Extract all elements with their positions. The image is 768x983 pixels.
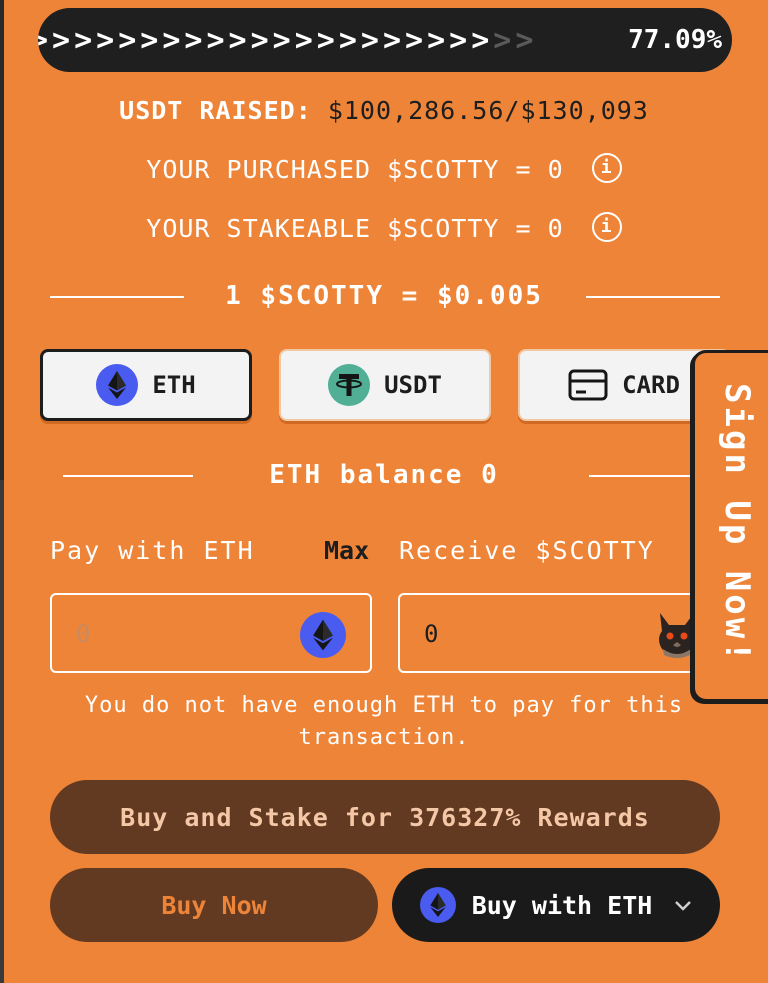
progress-remaining-chevrons: >>	[493, 22, 538, 58]
receive-amount-field[interactable]: 0	[398, 593, 708, 673]
chevron-down-icon	[674, 899, 692, 911]
eth-icon	[419, 887, 456, 923]
buy-now-button[interactable]: Buy Now	[50, 868, 378, 942]
progress-fill-chevrons: >>>>>>>>>>>>>>>>>>>>>	[38, 22, 494, 58]
receive-label: Receive $SCOTTY	[399, 536, 655, 565]
progress-percent: 77.09%	[628, 25, 722, 55]
presale-progress-bar: >>>>>>>>>>>>>>>>>>>>> >> 77.09%	[38, 8, 732, 72]
sign-up-tab[interactable]: Sign Up Now!	[692, 350, 768, 702]
insufficient-balance-warning: You do not have enough ETH to pay for th…	[0, 690, 768, 754]
purchased-amount: YOUR PURCHASED $SCOTTY = 0 i	[0, 153, 768, 186]
eth-balance: ETH balance 0	[269, 460, 499, 490]
stakeable-amount: YOUR STAKEABLE $SCOTTY = 0 i	[0, 212, 768, 245]
token-rate: 1 $SCOTTY = $0.005	[225, 281, 543, 311]
warning-line-2: transaction.	[298, 725, 470, 750]
info-icon[interactable]: i	[591, 212, 622, 242]
token-eth-button[interactable]: ETH	[40, 349, 252, 421]
progress-chevrons: >>>>>>>>>>>>>>>>>>>>> >>	[38, 8, 537, 72]
usdt-icon	[328, 364, 371, 406]
balance-row: ETH balance 0	[0, 455, 768, 495]
buy-with-eth-button[interactable]: Buy with ETH	[392, 868, 720, 942]
token-usdt-label: USDT	[384, 371, 442, 399]
token-card-label: CARD	[622, 371, 680, 399]
sign-up-label: Sign Up Now!	[717, 383, 757, 665]
card-icon	[568, 369, 608, 401]
warning-line-1: You do not have enough ETH to pay for th…	[84, 693, 684, 718]
eth-icon	[300, 612, 346, 662]
pay-amount-input[interactable]: 0	[76, 595, 90, 673]
receive-amount-input[interactable]: 0	[424, 595, 438, 673]
eth-icon	[96, 364, 139, 406]
stakeable-text: YOUR STAKEABLE $SCOTTY = 0	[146, 214, 564, 243]
pay-amount-field[interactable]: 0	[50, 593, 372, 673]
rate-row: 1 $SCOTTY = $0.005	[0, 276, 768, 316]
usdt-raised-label: USDT RAISED:	[119, 96, 312, 125]
info-icon[interactable]: i	[591, 153, 622, 183]
buy-with-eth-label: Buy with ETH	[471, 890, 653, 920]
buy-and-stake-button[interactable]: Buy and Stake for 376327% Rewards	[50, 780, 720, 854]
usdt-raised: USDT RAISED: $100,286.56/$130,093	[0, 96, 768, 125]
pay-label: Pay with ETH	[50, 536, 255, 565]
usdt-raised-value: $100,286.56/$130,093	[327, 96, 649, 125]
max-button[interactable]: Max	[324, 536, 369, 565]
token-eth-label: ETH	[152, 371, 196, 399]
token-usdt-button[interactable]: USDT	[279, 349, 491, 421]
purchased-text: YOUR PURCHASED $SCOTTY = 0	[146, 155, 564, 184]
